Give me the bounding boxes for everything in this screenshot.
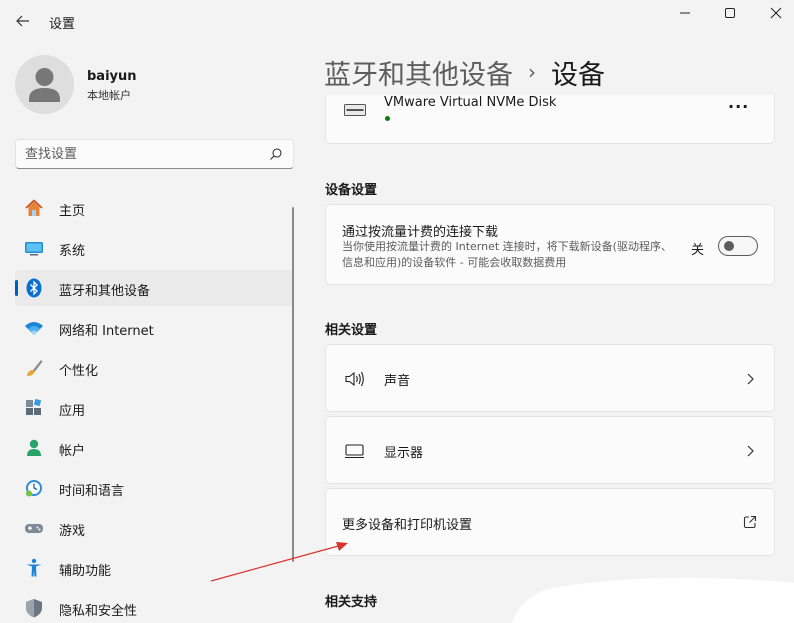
wifi-icon <box>25 322 43 335</box>
home-icon <box>25 199 43 216</box>
clock-globe-icon <box>26 480 42 497</box>
minimize-icon <box>680 12 690 14</box>
display-link[interactable]: 显示器 <box>325 416 775 484</box>
sidebar-item-label: 应用 <box>59 404 86 419</box>
sidebar-scrollbar[interactable] <box>292 207 294 562</box>
section-related-support: 相关支持 <box>325 595 378 610</box>
external-link-icon <box>743 515 757 529</box>
sidebar-item-privacy[interactable]: 隐私和安全性 <box>15 590 294 623</box>
search-input[interactable] <box>25 145 265 163</box>
sound-link[interactable]: 声音 <box>325 344 775 412</box>
page-title: 设备 <box>551 59 605 91</box>
brush-icon <box>27 360 43 376</box>
sidebar-item-accounts[interactable]: 帐户 <box>15 430 294 466</box>
more-devices-printers-link[interactable]: 更多设备和打印机设置 <box>325 488 775 556</box>
device-name: VMware Virtual NVMe Disk <box>384 95 557 110</box>
breadcrumb: 蓝牙和其他设备 › 设备 <box>324 52 605 92</box>
speaker-icon <box>345 371 364 387</box>
section-related-settings: 相关设置 <box>325 323 378 338</box>
sidebar-item-label: 网络和 Internet <box>59 324 154 339</box>
display-label: 显示器 <box>384 446 424 461</box>
more-options-button[interactable]: ··· <box>728 99 748 117</box>
metered-toggle[interactable] <box>718 236 758 256</box>
back-arrow-icon <box>16 15 29 27</box>
active-indicator <box>15 280 18 296</box>
sidebar-item-home[interactable]: 主页 <box>15 190 294 226</box>
minimize-button[interactable] <box>665 2 705 24</box>
breadcrumb-separator: › <box>528 60 536 84</box>
system-icon <box>25 242 43 256</box>
metered-download-card: 通过按流量计费的连接下载 当你使用按流量计费的 Internet 连接时，将下载… <box>325 204 775 285</box>
account-type: 本地帐户 <box>87 89 131 102</box>
decorative-overlay <box>511 577 794 623</box>
sidebar-item-time-language[interactable]: 时间和语言 <box>15 470 294 506</box>
search-icon[interactable] <box>269 147 283 161</box>
sidebar-item-system[interactable]: 系统 <box>15 230 294 266</box>
sidebar-item-label: 辅助功能 <box>59 564 112 579</box>
sidebar-item-label: 隐私和安全性 <box>59 604 138 619</box>
sidebar-item-apps[interactable]: 应用 <box>15 390 294 426</box>
status-dot <box>385 116 390 121</box>
chevron-right-icon <box>747 373 754 385</box>
disk-drive-icon <box>344 104 366 116</box>
sidebar-item-network[interactable]: 网络和 Internet <box>15 310 294 346</box>
metered-title: 通过按流量计费的连接下载 <box>342 225 499 240</box>
apps-icon <box>26 398 42 415</box>
account-icon <box>27 439 41 456</box>
sidebar-item-label: 时间和语言 <box>59 484 125 499</box>
sidebar-item-bluetooth[interactable]: 蓝牙和其他设备 <box>15 270 294 306</box>
back-button[interactable] <box>10 8 36 34</box>
sidebar-item-label: 系统 <box>59 244 86 259</box>
maximize-button[interactable] <box>710 2 750 24</box>
sidebar-item-label: 主页 <box>59 204 86 219</box>
breadcrumb-parent[interactable]: 蓝牙和其他设备 <box>324 53 513 92</box>
sidebar-item-personalization[interactable]: 个性化 <box>15 350 294 386</box>
more-devices-label: 更多设备和打印机设置 <box>342 518 473 533</box>
close-icon <box>770 7 782 19</box>
toggle-knob <box>724 241 734 251</box>
bluetooth-icon <box>26 278 42 298</box>
sidebar-item-label: 帐户 <box>59 444 86 459</box>
sidebar-item-label: 游戏 <box>59 524 86 539</box>
title-bar: 设置 <box>0 0 794 42</box>
section-device-settings: 设备设置 <box>325 183 378 198</box>
app-title: 设置 <box>49 17 76 32</box>
maximize-icon <box>725 8 735 18</box>
sidebar-item-label: 蓝牙和其他设备 <box>59 284 151 299</box>
gamepad-icon <box>25 524 43 533</box>
chevron-right-icon <box>747 445 754 457</box>
search-box[interactable] <box>15 139 294 169</box>
close-button[interactable] <box>756 2 794 24</box>
metered-description: 当你使用按流量计费的 Internet 连接时，将下载新设备(驱动程序、信息和应… <box>342 240 672 269</box>
avatar[interactable] <box>15 55 74 114</box>
monitor-icon <box>345 444 364 459</box>
sound-label: 声音 <box>384 374 411 389</box>
accessibility-icon <box>26 558 42 577</box>
shield-icon <box>26 599 42 618</box>
sidebar-item-label: 个性化 <box>59 364 99 379</box>
toggle-state-label: 关 <box>691 243 705 258</box>
annotation-arrow <box>210 542 348 582</box>
user-avatar-icon <box>29 68 60 102</box>
device-card[interactable]: VMware Virtual NVMe Disk ··· <box>325 95 775 144</box>
user-name: baiyun <box>87 69 137 84</box>
